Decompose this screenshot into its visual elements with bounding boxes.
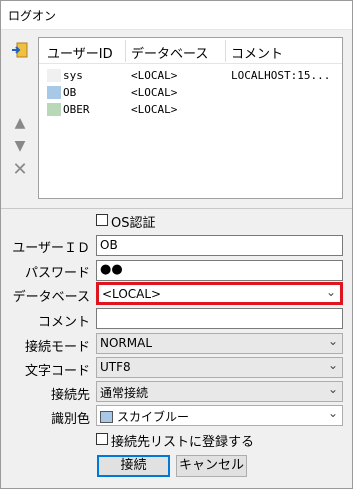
color-swatch: [100, 411, 113, 423]
move-up-icon[interactable]: ▲: [10, 113, 30, 133]
list-item[interactable]: OBER <LOCAL>: [39, 101, 342, 118]
chevron-down-icon: ⌄: [327, 358, 338, 372]
os-auth-checkbox[interactable]: [96, 214, 108, 226]
row-user-id: OBER: [63, 103, 90, 116]
section-divider: [0, 208, 353, 209]
password-field[interactable]: ●●: [96, 260, 343, 281]
charset-value: UTF8: [100, 360, 131, 374]
charset-label: 文字コード: [24, 364, 90, 379]
comment-label: コメント: [37, 315, 90, 330]
chevron-down-icon: ⌄: [327, 334, 338, 348]
database-select[interactable]: <LOCAL> ⌄: [96, 282, 343, 305]
color-select[interactable]: スカイブルー ⌄: [96, 405, 343, 426]
connection-list[interactable]: ユーザーID データベース コメント sys <LOCAL> LOCALHOST…: [38, 37, 343, 199]
color-value: スカイブルー: [117, 410, 190, 424]
row-database: <LOCAL>: [131, 86, 178, 99]
column-header-user-id[interactable]: ユーザーID: [47, 43, 113, 62]
cancel-button[interactable]: キャンセル: [176, 455, 247, 477]
destination-label: 接続先: [50, 388, 90, 403]
connect-button[interactable]: 接続: [97, 455, 170, 477]
chevron-down-icon: ⌄: [327, 382, 338, 396]
charset-select[interactable]: UTF8 ⌄: [96, 357, 343, 378]
list-item[interactable]: OB <LOCAL>: [39, 84, 342, 101]
list-item[interactable]: sys <LOCAL> LOCALHOST:15...: [39, 67, 342, 84]
conn-mode-label: 接続モード: [24, 340, 90, 355]
color-swatch: [47, 69, 61, 82]
color-swatch: [47, 86, 61, 99]
user-id-field[interactable]: OB: [96, 235, 343, 256]
database-value: <LOCAL>: [102, 287, 162, 301]
column-header-comment[interactable]: コメント: [231, 43, 283, 62]
destination-select[interactable]: 通常接続 ⌄: [96, 381, 343, 402]
move-down-icon[interactable]: ▼: [10, 136, 30, 156]
row-user-id: sys: [63, 69, 83, 82]
delete-icon[interactable]: ✕: [10, 159, 30, 180]
login-icon[interactable]: [10, 40, 30, 60]
color-swatch: [47, 103, 61, 116]
list-header: ユーザーID データベース コメント: [39, 38, 342, 64]
row-comment: LOCALHOST:15...: [231, 69, 331, 82]
user-id-label: ユーザーＩＤ: [12, 241, 90, 256]
register-label: 接続先リストに登録する: [111, 435, 255, 450]
comment-field[interactable]: [96, 308, 343, 329]
destination-value: 通常接続: [100, 386, 149, 400]
row-database: <LOCAL>: [131, 69, 178, 82]
database-label: データベース: [12, 290, 90, 305]
register-checkbox[interactable]: [96, 433, 108, 445]
password-label: パスワード: [24, 266, 90, 281]
row-user-id: OB: [63, 86, 77, 99]
color-label: 識別色: [50, 412, 90, 427]
row-database: <LOCAL>: [131, 103, 178, 116]
os-auth-label: OS認証: [111, 216, 156, 231]
window-title: ログオン: [8, 9, 57, 23]
column-header-database[interactable]: データベース: [131, 43, 208, 62]
title-bar: ログオン: [0, 0, 353, 30]
conn-mode-select[interactable]: NORMAL ⌄: [96, 333, 343, 354]
chevron-down-icon: ⌄: [327, 406, 338, 420]
chevron-down-icon: ⌄: [325, 285, 336, 299]
conn-mode-value: NORMAL: [100, 336, 153, 350]
